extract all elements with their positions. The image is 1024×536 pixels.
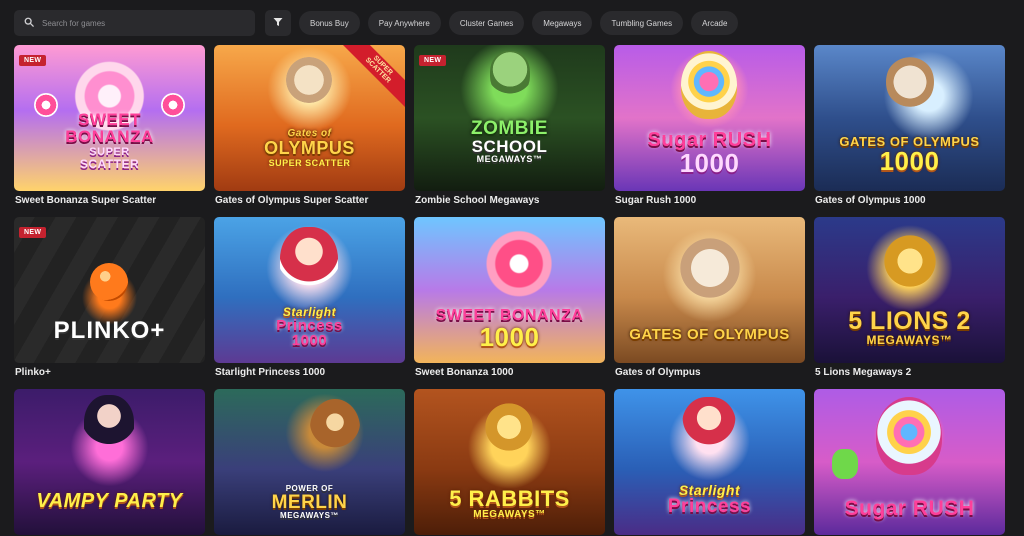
game-logo: GATES OF OLYMPUS bbox=[629, 325, 790, 343]
game-thumbnail[interactable]: GATES OF OLYMPUS 1000 bbox=[814, 45, 1005, 191]
game-thumbnail[interactable]: SUPER SCATTER Gates of OLYMPUS SUPER SCAT… bbox=[214, 45, 405, 191]
game-card-sugar-rush[interactable]: Sugar RUSH bbox=[814, 389, 1005, 536]
game-thumbnail[interactable]: Sugar RUSH 1000 bbox=[614, 45, 805, 191]
game-card-starlight-princess-1000[interactable]: Starlight Princess 1000 Starlight Prince… bbox=[214, 217, 405, 389]
new-badge: NEW bbox=[419, 55, 447, 66]
search-icon bbox=[24, 14, 34, 32]
game-logo: ZOMBIE SCHOOL MEGAWAYS™ bbox=[471, 117, 548, 164]
top-filter-bar: Bonus Buy Pay Anywhere Cluster Games Meg… bbox=[14, 10, 739, 36]
game-logo: 5 RABBITS MEGAWAYS™ bbox=[449, 486, 570, 520]
game-title[interactable]: Gates of Olympus 1000 bbox=[815, 195, 926, 206]
game-thumbnail[interactable]: SWEET BONANZA 1000 bbox=[414, 217, 605, 363]
game-title[interactable]: Sweet Bonanza Super Scatter bbox=[15, 195, 156, 206]
game-thumbnail[interactable]: NEW ZOMBIE SCHOOL MEGAWAYS™ bbox=[414, 45, 605, 191]
category-chip-bonus-buy[interactable]: Bonus Buy bbox=[299, 11, 360, 35]
new-badge: NEW bbox=[19, 227, 47, 238]
game-logo: VAMPY PARTY bbox=[36, 490, 183, 512]
game-card-power-of-merlin-megaways[interactable]: POWER OF MERLIN MEGAWAYS™ bbox=[214, 389, 405, 536]
game-thumbnail[interactable]: 5 LIONS 2 MEGAWAYS™ bbox=[814, 217, 1005, 363]
game-card-sugar-rush-1000[interactable]: Sugar RUSH 1000 Sugar Rush 1000 bbox=[614, 45, 805, 217]
game-card-5-rabbits-megaways[interactable]: 5 RABBITS MEGAWAYS™ bbox=[414, 389, 605, 536]
game-logo: Sugar RUSH 1000 bbox=[647, 129, 772, 178]
game-card-vampy-party[interactable]: VAMPY PARTY bbox=[14, 389, 205, 536]
category-chip-pay-anywhere[interactable]: Pay Anywhere bbox=[367, 11, 441, 35]
game-card-gates-of-olympus-super-scatter[interactable]: SUPER SCATTER Gates of OLYMPUS SUPER SCAT… bbox=[214, 45, 405, 217]
game-thumbnail[interactable]: Starlight Princess bbox=[614, 389, 805, 535]
search-input[interactable] bbox=[42, 18, 242, 28]
game-logo: Starlight Princess 1000 bbox=[276, 305, 343, 349]
category-chip-megaways[interactable]: Megaways bbox=[532, 11, 593, 35]
game-title[interactable]: Gates of Olympus Super Scatter bbox=[215, 195, 368, 206]
game-title[interactable]: 5 Lions Megaways 2 bbox=[815, 367, 911, 378]
game-card-5-lions-megaways-2[interactable]: 5 LIONS 2 MEGAWAYS™ 5 Lions Megaways 2 bbox=[814, 217, 1005, 389]
game-logo: SWEET BONANZA 1000 bbox=[435, 307, 584, 352]
game-title[interactable]: Plinko+ bbox=[15, 367, 51, 378]
game-logo: PLINKO+ bbox=[53, 317, 166, 344]
filter-icon bbox=[273, 14, 283, 32]
game-logo: 5 LIONS 2 MEGAWAYS™ bbox=[848, 306, 971, 347]
game-title[interactable]: Zombie School Megaways bbox=[415, 195, 539, 206]
new-badge: NEW bbox=[19, 55, 47, 66]
game-thumbnail[interactable]: NEW SWEET BONANZA SUPER SCATTER bbox=[14, 45, 205, 191]
search-box[interactable] bbox=[14, 10, 255, 36]
game-thumbnail[interactable]: NEW PLINKO+ bbox=[14, 217, 205, 363]
game-title[interactable]: Sweet Bonanza 1000 bbox=[415, 367, 513, 378]
game-card-zombie-school-megaways[interactable]: NEW ZOMBIE SCHOOL MEGAWAYS™ Zombie Schoo… bbox=[414, 45, 605, 217]
game-title[interactable]: Sugar Rush 1000 bbox=[615, 195, 696, 206]
super-scatter-ribbon: SUPER SCATTER bbox=[334, 45, 405, 114]
game-thumbnail[interactable]: GATES OF OLYMPUS bbox=[614, 217, 805, 363]
game-card-sweet-bonanza-1000[interactable]: SWEET BONANZA 1000 Sweet Bonanza 1000 bbox=[414, 217, 605, 389]
game-logo: Sugar RUSH bbox=[844, 496, 975, 520]
game-thumbnail[interactable]: POWER OF MERLIN MEGAWAYS™ bbox=[214, 389, 405, 535]
game-logo: POWER OF MERLIN MEGAWAYS™ bbox=[271, 483, 348, 520]
game-thumbnail[interactable]: Sugar RUSH bbox=[814, 389, 1005, 535]
game-card-gates-of-olympus[interactable]: GATES OF OLYMPUS Gates of Olympus bbox=[614, 217, 805, 389]
game-thumbnail[interactable]: Starlight Princess 1000 bbox=[214, 217, 405, 363]
game-card-gates-of-olympus-1000[interactable]: GATES OF OLYMPUS 1000 Gates of Olympus 1… bbox=[814, 45, 1005, 217]
game-thumbnail[interactable]: 5 RABBITS MEGAWAYS™ bbox=[414, 389, 605, 535]
category-chip-cluster-games[interactable]: Cluster Games bbox=[448, 11, 525, 35]
game-logo: Gates of OLYMPUS SUPER SCATTER bbox=[264, 127, 355, 168]
game-logo: SWEET BONANZA SUPER SCATTER bbox=[65, 109, 154, 171]
filter-button[interactable] bbox=[265, 10, 291, 36]
game-thumbnail[interactable]: VAMPY PARTY bbox=[14, 389, 205, 535]
category-chip-arcade[interactable]: Arcade bbox=[691, 11, 739, 35]
game-grid: NEW SWEET BONANZA SUPER SCATTER Sweet Bo… bbox=[14, 45, 1005, 536]
game-title[interactable]: Starlight Princess 1000 bbox=[215, 367, 325, 378]
game-card-plinko-plus[interactable]: NEW PLINKO+ Plinko+ bbox=[14, 217, 205, 389]
game-card-starlight-princess[interactable]: Starlight Princess bbox=[614, 389, 805, 536]
game-logo: Starlight Princess bbox=[667, 481, 752, 517]
game-title[interactable]: Gates of Olympus bbox=[615, 367, 701, 378]
game-logo: GATES OF OLYMPUS 1000 bbox=[839, 133, 980, 176]
category-chip-tumbling-games[interactable]: Tumbling Games bbox=[600, 11, 684, 35]
game-card-sweet-bonanza-super-scatter[interactable]: NEW SWEET BONANZA SUPER SCATTER Sweet Bo… bbox=[14, 45, 205, 217]
